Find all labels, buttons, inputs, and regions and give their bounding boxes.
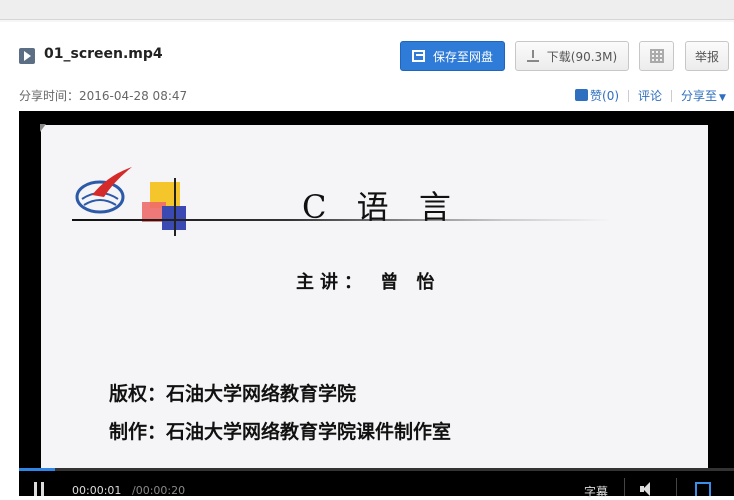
download-button[interactable]: 下载(90.3M) <box>515 41 629 71</box>
divider <box>628 89 630 102</box>
slide-producer: 制作：石油大学网络教育学院课件制作室 <box>109 421 452 443</box>
report-button[interactable]: 举报 <box>685 41 729 71</box>
report-button-label: 举报 <box>694 49 719 64</box>
save-to-netdisk-button[interactable]: 保存至网盘 <box>400 41 505 71</box>
progress-fill <box>19 468 55 471</box>
slide-title: C 语 言 <box>302 188 461 226</box>
video-file-icon <box>19 48 35 64</box>
qr-code-button[interactable] <box>639 41 674 71</box>
share-actions: 赞(0) 评论 分享至 ▼ <box>575 87 726 104</box>
comment-link[interactable]: 评论 <box>638 87 662 104</box>
current-time: 00:00:01 <box>72 484 122 497</box>
control-divider <box>624 478 625 496</box>
fullscreen-icon[interactable] <box>695 482 711 496</box>
university-logo-icon <box>75 167 132 214</box>
total-time: /00:00:20 <box>132 484 186 497</box>
download-icon <box>526 50 539 62</box>
share-to-label: 分享至 <box>681 89 718 103</box>
slide-lecturer: 主讲： 曾 怡 <box>296 272 441 293</box>
thumbs-up-icon <box>575 89 588 101</box>
subtitle-button[interactable]: 字幕 <box>584 483 608 500</box>
slide-copyright: 版权：石油大学网络教育学院 <box>109 383 357 405</box>
save-icon <box>411 50 425 62</box>
share-to-dropdown[interactable]: 分享至 ▼ <box>681 87 726 104</box>
volume-icon[interactable] <box>640 482 660 496</box>
top-bar <box>0 0 734 20</box>
divider <box>671 89 673 102</box>
like-count: (0) <box>602 89 620 103</box>
vertical-line <box>174 178 176 236</box>
qr-code-icon <box>649 49 664 63</box>
chevron-down-icon: ▼ <box>719 93 726 103</box>
like-button[interactable]: 赞(0) <box>575 87 619 104</box>
download-button-label: 下载(90.3M) <box>546 49 618 64</box>
control-divider <box>676 478 677 496</box>
slide-decoration <box>140 178 210 238</box>
pause-icon[interactable] <box>33 482 45 496</box>
save-button-label: 保存至网盘 <box>432 49 493 64</box>
share-time: 分享时间：2016-04-28 08:47 <box>19 89 188 103</box>
progress-bar[interactable] <box>19 468 734 471</box>
mouse-cursor-icon <box>40 124 46 132</box>
top-bar-shadow <box>0 20 734 22</box>
file-name: 01_screen.mp4 <box>44 46 163 62</box>
like-label: 赞 <box>590 89 603 103</box>
